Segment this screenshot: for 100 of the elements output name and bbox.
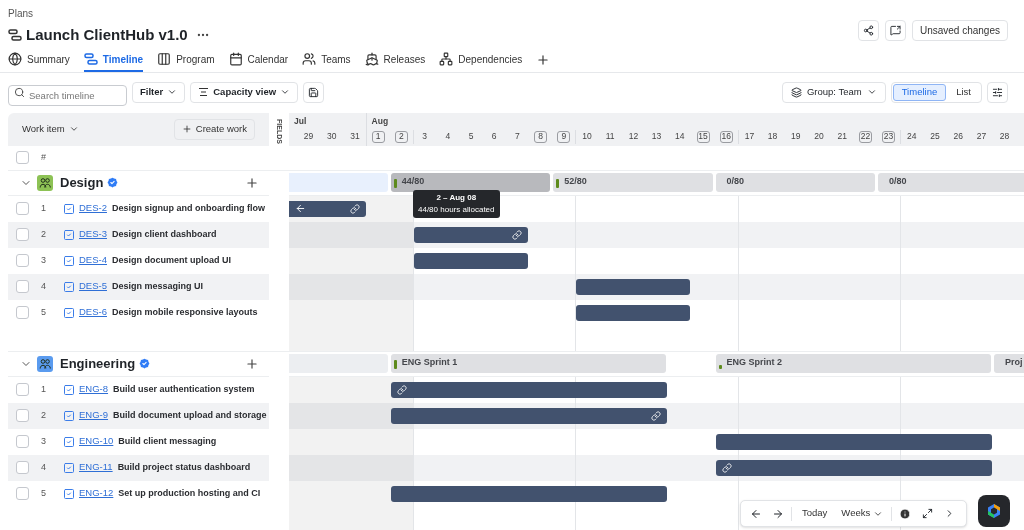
issue-link[interactable]: ENG-12 [79, 486, 114, 501]
day-label[interactable]: 20 [811, 130, 827, 143]
task-bar[interactable] [390, 407, 668, 424]
feedback-button[interactable] [884, 20, 906, 41]
work-item-dropdown[interactable]: Work item [22, 121, 79, 137]
task-bar[interactable] [414, 252, 528, 269]
view-toggle[interactable]: Timeline [892, 83, 947, 101]
issue-link[interactable]: DES-2 [79, 201, 107, 216]
checkbox[interactable] [16, 383, 29, 396]
list-row[interactable]: 4 DES-5 Design messaging UI [8, 273, 269, 300]
issue-link[interactable]: DES-4 [79, 253, 107, 268]
sprint-bar[interactable]: 44/80 [390, 172, 551, 192]
share-button[interactable] [857, 20, 879, 41]
sprint-bar[interactable]: Proj [994, 353, 1024, 373]
day-label[interactable]: 31 [347, 130, 363, 143]
day-label[interactable]: 29 [300, 130, 317, 143]
list-row[interactable]: 2 DES-3 Design client dashboard [8, 221, 269, 248]
tab[interactable]: Timeline [83, 48, 144, 72]
issue-link[interactable]: ENG-8 [79, 382, 109, 397]
add-icon[interactable] [245, 356, 259, 371]
search-field[interactable]: Search timeline [8, 84, 127, 106]
tab[interactable]: Program [157, 48, 215, 72]
scale-dropdown[interactable]: Weeks [837, 506, 888, 521]
issue-link[interactable]: ENG-10 [79, 434, 114, 449]
day-label[interactable]: 7 [509, 130, 526, 143]
task-bar[interactable] [576, 278, 691, 295]
task-bar[interactable] [414, 226, 528, 243]
day-label[interactable]: 3 [416, 130, 433, 143]
sprint-bar[interactable]: 52/80 [553, 172, 713, 192]
checkbox[interactable] [16, 409, 29, 422]
tab[interactable]: Releases [364, 48, 426, 72]
task-bar[interactable] [390, 485, 668, 502]
day-label[interactable]: 30 [323, 130, 340, 143]
day-label[interactable]: 17 [741, 130, 758, 143]
checkbox[interactable] [16, 228, 29, 241]
tab[interactable]: Teams [302, 48, 351, 72]
issue-link[interactable]: DES-6 [79, 305, 107, 320]
unsaved-changes-button[interactable]: Unsaved changes [911, 20, 1008, 41]
task-bar[interactable] [289, 200, 366, 217]
day-label[interactable]: 12 [625, 130, 642, 143]
checkbox[interactable] [16, 254, 29, 267]
day-label[interactable]: 19 [787, 130, 804, 143]
day-label[interactable]: 15 [696, 130, 710, 143]
day-label[interactable]: 24 [903, 130, 920, 143]
tab[interactable]: Dependencies [439, 48, 523, 72]
checkbox[interactable] [16, 487, 29, 500]
list-row[interactable]: 2 ENG-9 Build document upload and storage [8, 402, 269, 429]
day-label[interactable]: 13 [648, 130, 665, 143]
day-label[interactable]: 18 [764, 130, 781, 143]
save-button[interactable] [303, 81, 325, 103]
day-label[interactable]: 28 [996, 130, 1013, 143]
tab[interactable]: Calendar [228, 48, 289, 72]
day-label[interactable]: 14 [671, 130, 688, 143]
day-label[interactable]: 5 [463, 130, 479, 143]
checkbox[interactable] [16, 306, 29, 319]
day-label[interactable]: 21 [834, 130, 851, 143]
checkbox[interactable] [16, 461, 29, 474]
breadcrumb[interactable]: Plans [8, 6, 210, 21]
day-label[interactable]: 23 [882, 130, 896, 143]
issue-link[interactable]: ENG-9 [79, 408, 109, 423]
filter-button[interactable]: Filter [132, 81, 186, 103]
day-label[interactable]: 8 [534, 130, 548, 143]
day-label[interactable]: 26 [950, 130, 967, 143]
day-label[interactable]: 16 [719, 130, 733, 143]
checkbox[interactable] [16, 435, 29, 448]
add-tab-icon[interactable] [536, 53, 551, 67]
task-bar[interactable] [576, 304, 691, 321]
day-label[interactable]: 22 [858, 130, 872, 143]
checkbox[interactable] [16, 151, 29, 164]
day-label[interactable]: 4 [439, 130, 456, 143]
capacity-view-button[interactable]: Capacity view [190, 81, 299, 103]
assistant-button[interactable] [978, 495, 1010, 527]
checkbox[interactable] [16, 280, 29, 293]
today-button[interactable]: Today [796, 506, 834, 521]
day-label[interactable]: 10 [579, 130, 595, 143]
day-label[interactable]: 27 [973, 130, 990, 143]
day-label[interactable]: 25 [927, 130, 943, 143]
sprint-bar[interactable]: ENG Sprint 2 [715, 353, 991, 373]
checkbox[interactable] [16, 202, 29, 215]
day-label[interactable]: 9 [557, 130, 571, 143]
issue-link[interactable]: ENG-11 [79, 460, 113, 475]
task-bar[interactable] [715, 459, 992, 476]
day-label[interactable]: 6 [486, 130, 503, 143]
group-by-button[interactable]: Group: Team [781, 81, 886, 103]
task-bar[interactable] [390, 381, 668, 398]
view-toggle[interactable]: List [947, 83, 980, 101]
settings-button[interactable] [987, 81, 1008, 103]
day-label[interactable]: 2 [394, 130, 408, 143]
sprint-bar[interactable]: ENG Sprint 1 [390, 353, 667, 373]
create-work-button[interactable]: Create work [173, 118, 255, 140]
sprint-bar[interactable]: 0/80 [715, 172, 875, 192]
task-bar[interactable] [715, 433, 992, 450]
add-icon[interactable] [245, 175, 259, 190]
list-row[interactable]: 4 ENG-11 Build project status dashboard [8, 454, 269, 481]
issue-link[interactable]: DES-5 [79, 279, 107, 294]
issue-link[interactable]: DES-3 [79, 227, 107, 242]
day-label[interactable]: 1 [371, 130, 385, 143]
tab[interactable]: Summary [8, 48, 70, 72]
day-label[interactable]: 11 [602, 130, 619, 143]
sprint-bar[interactable]: 0/80 [878, 172, 1024, 192]
